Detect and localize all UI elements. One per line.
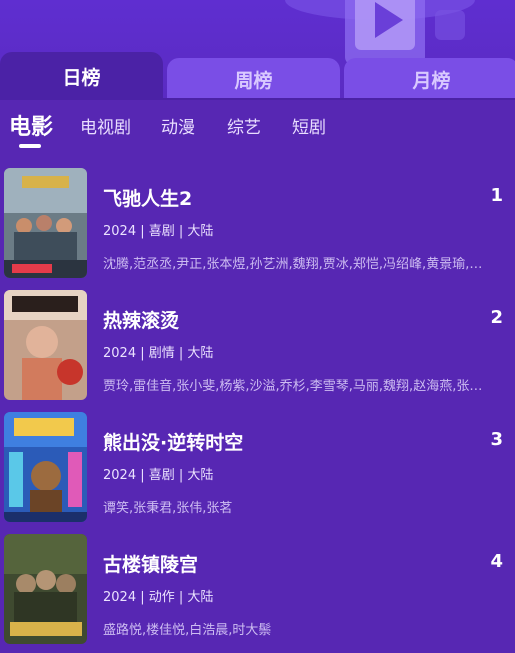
category-tabs: 电影 电视剧 动漫 综艺 短剧	[0, 100, 515, 152]
movie-poster[interactable]	[4, 168, 87, 278]
rank-number: 3	[490, 429, 503, 450]
category-variety[interactable]: 综艺	[227, 113, 261, 138]
category-anime[interactable]: 动漫	[161, 113, 195, 138]
movie-title: 古楼镇陵宫	[103, 554, 199, 576]
rank-number: 1	[490, 185, 503, 206]
movie-poster[interactable]	[4, 290, 87, 400]
movie-title: 飞驰人生2	[103, 188, 193, 210]
category-short-drama[interactable]: 短剧	[292, 113, 326, 138]
movie-meta: 2024 | 喜剧 | 大陆	[103, 224, 214, 239]
movie-poster[interactable]	[4, 534, 87, 644]
movie-title: 熊出没·逆转时空	[103, 432, 244, 454]
movie-poster-icon	[4, 412, 87, 522]
movie-poster-icon	[4, 168, 87, 278]
category-movie[interactable]: 电影	[9, 109, 53, 141]
category-active-indicator	[19, 144, 41, 148]
movie-meta: 2024 | 喜剧 | 大陆	[103, 468, 214, 483]
movie-meta: 2024 | 剧情 | 大陆	[103, 346, 214, 361]
tab-monthly[interactable]: 月榜	[344, 58, 515, 100]
movie-title: 热辣滚烫	[103, 310, 180, 332]
ranking-list: 飞驰人生2 2024 | 喜剧 | 大陆 沈腾,范丞丞,尹正,张本煜,孙艺洲,魏…	[0, 152, 515, 653]
movie-cast: 沈腾,范丞丞,尹正,张本煜,孙艺洲,魏翔,贾冰,郑恺,冯绍峰,黄景瑜,…	[103, 257, 483, 272]
movie-meta: 2024 | 动作 | 大陆	[103, 590, 214, 605]
tab-daily[interactable]: 日榜	[0, 52, 163, 100]
list-item[interactable]: 熊出没·逆转时空 2024 | 喜剧 | 大陆 谭笑,张秉君,张伟,张茗 3	[0, 396, 515, 522]
list-item[interactable]: 飞驰人生2 2024 | 喜剧 | 大陆 沈腾,范丞丞,尹正,张本煜,孙艺洲,魏…	[0, 152, 515, 278]
movie-cast: 盛路悦,楼佳悦,白浩晨,时大鬃	[103, 623, 272, 638]
period-tabs: 日榜 周榜 月榜	[0, 52, 515, 100]
list-item[interactable]: 热辣滚烫 2024 | 剧情 | 大陆 贾玲,雷佳音,张小斐,杨紫,沙溢,乔杉,…	[0, 274, 515, 400]
movie-cast: 贾玲,雷佳音,张小斐,杨紫,沙溢,乔杉,李雪琴,马丽,魏翔,赵海燕,张…	[103, 379, 483, 394]
rank-number: 2	[490, 307, 503, 328]
movie-poster[interactable]	[4, 412, 87, 522]
category-tv[interactable]: 电视剧	[80, 113, 131, 138]
movie-cast: 谭笑,张秉君,张伟,张茗	[103, 501, 233, 516]
movie-poster-icon	[4, 290, 87, 400]
list-item[interactable]: 古楼镇陵宫 2024 | 动作 | 大陆 盛路悦,楼佳悦,白浩晨,时大鬃 4	[0, 518, 515, 644]
rank-number: 4	[490, 551, 503, 572]
tab-weekly[interactable]: 周榜	[167, 58, 340, 100]
movie-poster-icon	[4, 534, 87, 644]
